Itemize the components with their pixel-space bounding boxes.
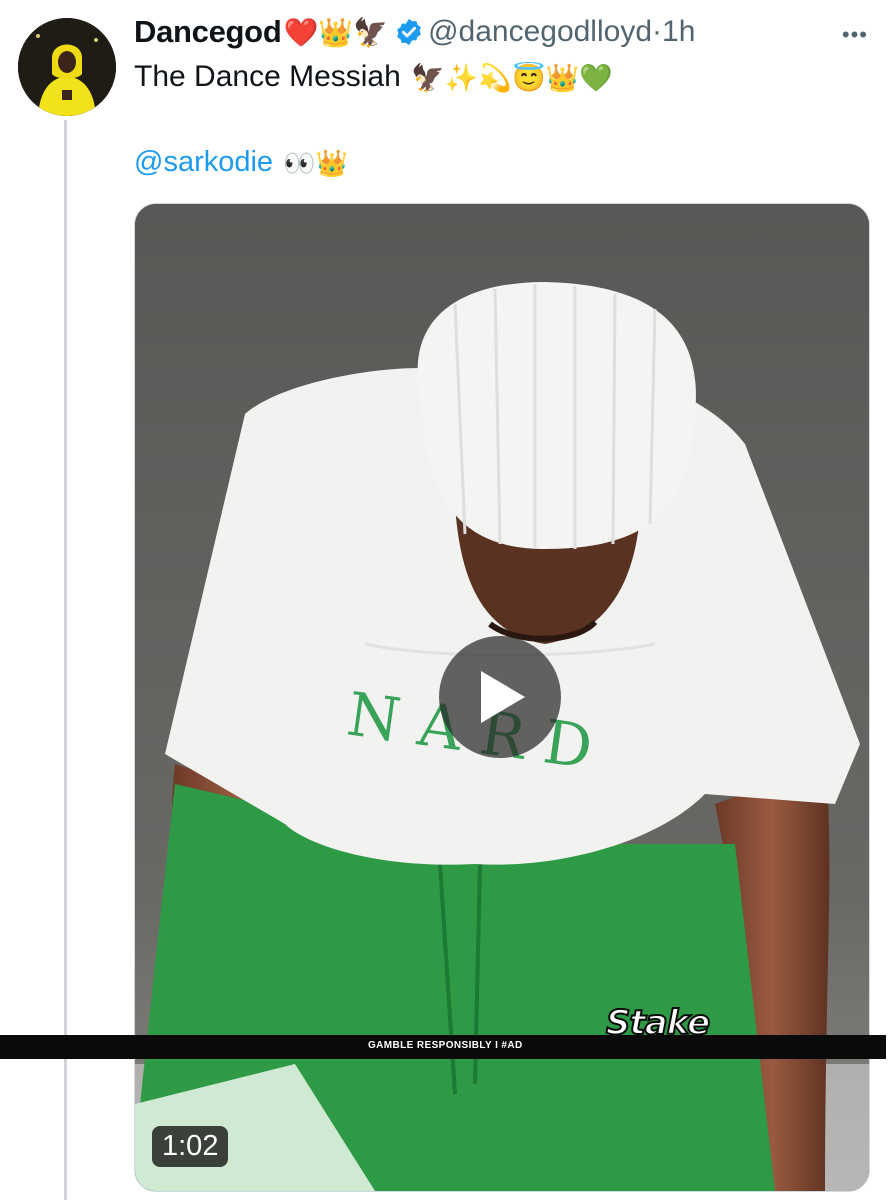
separator: · <box>652 15 663 48</box>
avatar[interactable] <box>18 18 116 116</box>
tweet-text: @sarkodie 👀👑 <box>134 146 348 179</box>
verified-badge-icon <box>397 18 421 46</box>
tweet-header: Dancegod❤️👑🦅 @dancegodlloyd·1h <box>134 14 868 54</box>
display-name[interactable]: Dancegod <box>134 14 282 49</box>
play-icon <box>481 671 525 723</box>
mention-link[interactable]: @sarkodie <box>134 146 273 178</box>
play-button[interactable] <box>439 636 561 758</box>
video-duration: 1:02 <box>152 1126 229 1167</box>
avatar-image <box>18 18 116 116</box>
bio-text: The Dance Messiah <box>134 60 401 93</box>
ad-disclaimer: GAMBLE RESPONSIBLY I #AD <box>368 1040 523 1051</box>
handle[interactable]: @dancegodlloyd <box>428 15 652 48</box>
more-icon[interactable]: ••• <box>842 22 868 48</box>
stake-logo: Stake <box>605 1002 711 1044</box>
bio-emojis: 🦅✨💫😇👑💚 <box>411 63 613 94</box>
mention-emojis: 👀👑 <box>283 147 348 178</box>
name-emojis: ❤️👑🦅 <box>283 16 389 48</box>
timestamp[interactable]: 1h <box>662 15 695 48</box>
bio-line: The Dance Messiah 🦅✨💫😇👑💚 <box>134 60 613 94</box>
